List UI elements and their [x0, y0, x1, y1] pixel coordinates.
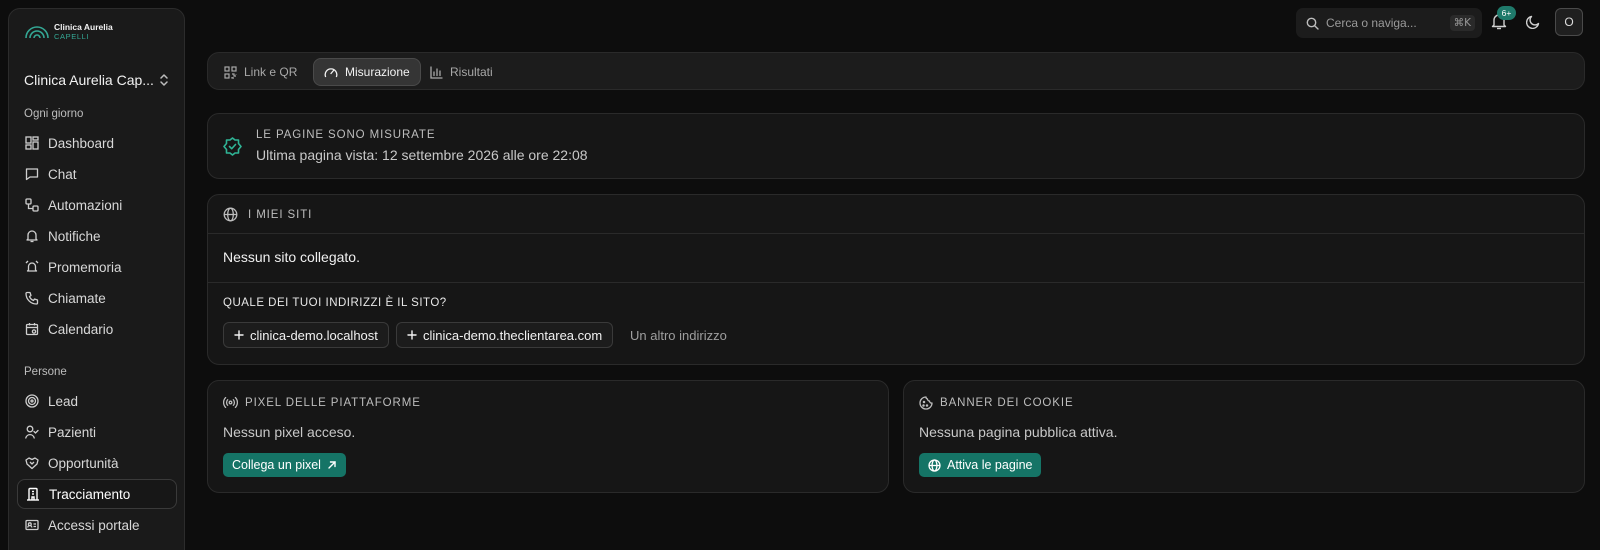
sidebar-item-label: Accessi portale [48, 517, 140, 533]
dashboard-icon [25, 136, 39, 150]
sidebar-item-label: Chat [48, 166, 77, 182]
sidebar-item-lead[interactable]: Lead [17, 386, 177, 416]
sidebar-item-chat[interactable]: Chat [17, 159, 177, 189]
sidebar-item-dashboard[interactable]: Dashboard [17, 128, 177, 158]
notifications-count-badge: 6+ [1497, 6, 1516, 20]
button-label: Attiva le pagine [947, 458, 1033, 472]
brand-subtitle: CAPELLI [54, 32, 90, 41]
user-avatar[interactable]: O [1555, 8, 1583, 36]
organization-switcher[interactable]: Clinica Aurelia Cap... [24, 69, 170, 91]
phone-icon [25, 291, 39, 305]
section-people-label: Persone [24, 366, 67, 378]
plus-icon [234, 330, 244, 340]
search-bar[interactable]: Cerca o naviga... ⌘K [1296, 8, 1482, 38]
site-question: QUALE DEI TUOI INDIRIZZI È IL SITO? [223, 297, 447, 309]
sites-empty-message: Nessun sito collegato. [223, 249, 360, 265]
search-shortcut-badge: ⌘K [1449, 15, 1475, 31]
status-title: LE PAGINE SONO MISURATE [256, 129, 436, 141]
cookie-icon [919, 396, 933, 410]
bell-icon [26, 230, 38, 243]
chip-label: clinica-demo.theclientarea.com [423, 327, 603, 343]
sidebar-item-label: Dashboard [48, 135, 115, 151]
moon-icon[interactable] [1526, 14, 1541, 29]
brand-logo[interactable]: Clinica Aurelia CAPELLI [24, 23, 113, 41]
qr-icon [224, 65, 237, 79]
divider [208, 233, 1584, 234]
globe-icon [223, 207, 238, 222]
measurement-status-card: LE PAGINE SONO MISURATE Ultima pagina vi… [207, 113, 1585, 179]
sidebar-item-label: Tracciamento [49, 486, 131, 502]
sidebar-item-chiamate[interactable]: Chiamate [17, 283, 177, 313]
globe-icon [928, 458, 941, 472]
sidebar-item-promemoria[interactable]: Promemoria [17, 252, 177, 282]
gauge-icon [324, 67, 338, 77]
activate-pages-button[interactable]: Attiva le pagine [919, 453, 1042, 477]
calendar-icon [25, 323, 39, 336]
logo-arcs-icon [25, 26, 49, 39]
chevrons-up-down-icon [160, 74, 168, 86]
sidebar-item-label: Lead [48, 393, 79, 409]
sidebar-item-notifiche[interactable]: Notifiche [17, 221, 177, 251]
tab-link-e-qr[interactable]: Link e QR [214, 58, 307, 86]
tab-label: Link e QR [244, 65, 298, 79]
tab-misurazione[interactable]: Misurazione [313, 58, 421, 86]
alarm-icon [25, 260, 39, 272]
sites-title: I MIEI SITI [248, 208, 313, 221]
sidebar-item-label: Opportunità [48, 455, 119, 471]
broadcast-icon [223, 396, 238, 409]
pixels-title: PIXEL DELLE PIATTAFORME [245, 396, 421, 409]
tab-bar: Link e QR Misurazione Risultati [207, 52, 1585, 90]
pixels-empty-message: Nessun pixel acceso. [223, 424, 356, 440]
handshake-icon [25, 457, 39, 470]
connect-pixel-button[interactable]: Collega un pixel [223, 453, 346, 477]
sidebar-item-label: Notifiche [48, 228, 101, 244]
tab-label: Risultati [450, 65, 493, 79]
chip-label: clinica-demo.localhost [250, 327, 378, 343]
sidebar-item-opportunita[interactable]: Opportunità [17, 448, 177, 478]
sidebar-item-tracciamento[interactable]: Tracciamento [17, 479, 177, 509]
sidebar-item-label: Calendario [48, 321, 114, 337]
sidebar: Clinica Aurelia CAPELLI Clinica Aurelia … [8, 8, 185, 550]
sidebar-item-label: Pazienti [48, 424, 97, 440]
tab-label: Misurazione [345, 65, 410, 79]
chat-icon [25, 168, 39, 181]
sidebar-item-automazioni[interactable]: Automazioni [17, 190, 177, 220]
plus-icon [407, 330, 417, 340]
user-check-icon [25, 425, 39, 439]
building-icon [27, 487, 39, 501]
search-icon [1306, 17, 1319, 30]
search-input[interactable]: Cerca o naviga... [1326, 16, 1443, 30]
bar-chart-icon [430, 65, 443, 79]
button-label: Collega un pixel [232, 458, 321, 472]
sidebar-item-label: Chiamate [48, 290, 106, 306]
cookies-empty-message: Nessuna pagina pubblica attiva. [919, 424, 1118, 440]
id-card-icon [25, 519, 39, 531]
my-sites-card: I MIEI SITI Nessun sito collegato. QUALE… [207, 194, 1585, 365]
cookie-banner-card: BANNER DEI COOKIE Nessuna pagina pubblic… [903, 380, 1585, 493]
sidebar-item-label: Automazioni [48, 197, 123, 213]
sidebar-item-accessi-portale[interactable]: Accessi portale [17, 510, 177, 540]
brand-name: Clinica Aurelia [54, 22, 113, 32]
automation-icon [25, 198, 39, 212]
organization-name: Clinica Aurelia Cap... [24, 72, 154, 88]
platform-pixels-card: PIXEL DELLE PIATTAFORME Nessun pixel acc… [207, 380, 889, 493]
status-subtitle: Ultima pagina vista: 12 settembre 2026 a… [256, 147, 588, 163]
cookies-title: BANNER DEI COOKIE [940, 397, 1074, 409]
add-site-clientarea-chip[interactable]: clinica-demo.theclientarea.com [396, 322, 614, 348]
sidebar-item-label: Promemoria [48, 259, 122, 275]
arrow-up-right-icon [328, 461, 336, 469]
section-daily-label: Ogni giorno [24, 108, 84, 120]
shield-check-icon [223, 137, 242, 156]
divider [208, 282, 1584, 283]
tab-risultati[interactable]: Risultati [420, 58, 503, 86]
sidebar-item-calendario[interactable]: Calendario [17, 314, 177, 344]
other-address-link[interactable]: Un altro indirizzo [630, 328, 727, 343]
add-site-localhost-chip[interactable]: clinica-demo.localhost [223, 322, 389, 348]
sidebar-item-pazienti[interactable]: Pazienti [17, 417, 177, 447]
target-icon [25, 394, 39, 408]
